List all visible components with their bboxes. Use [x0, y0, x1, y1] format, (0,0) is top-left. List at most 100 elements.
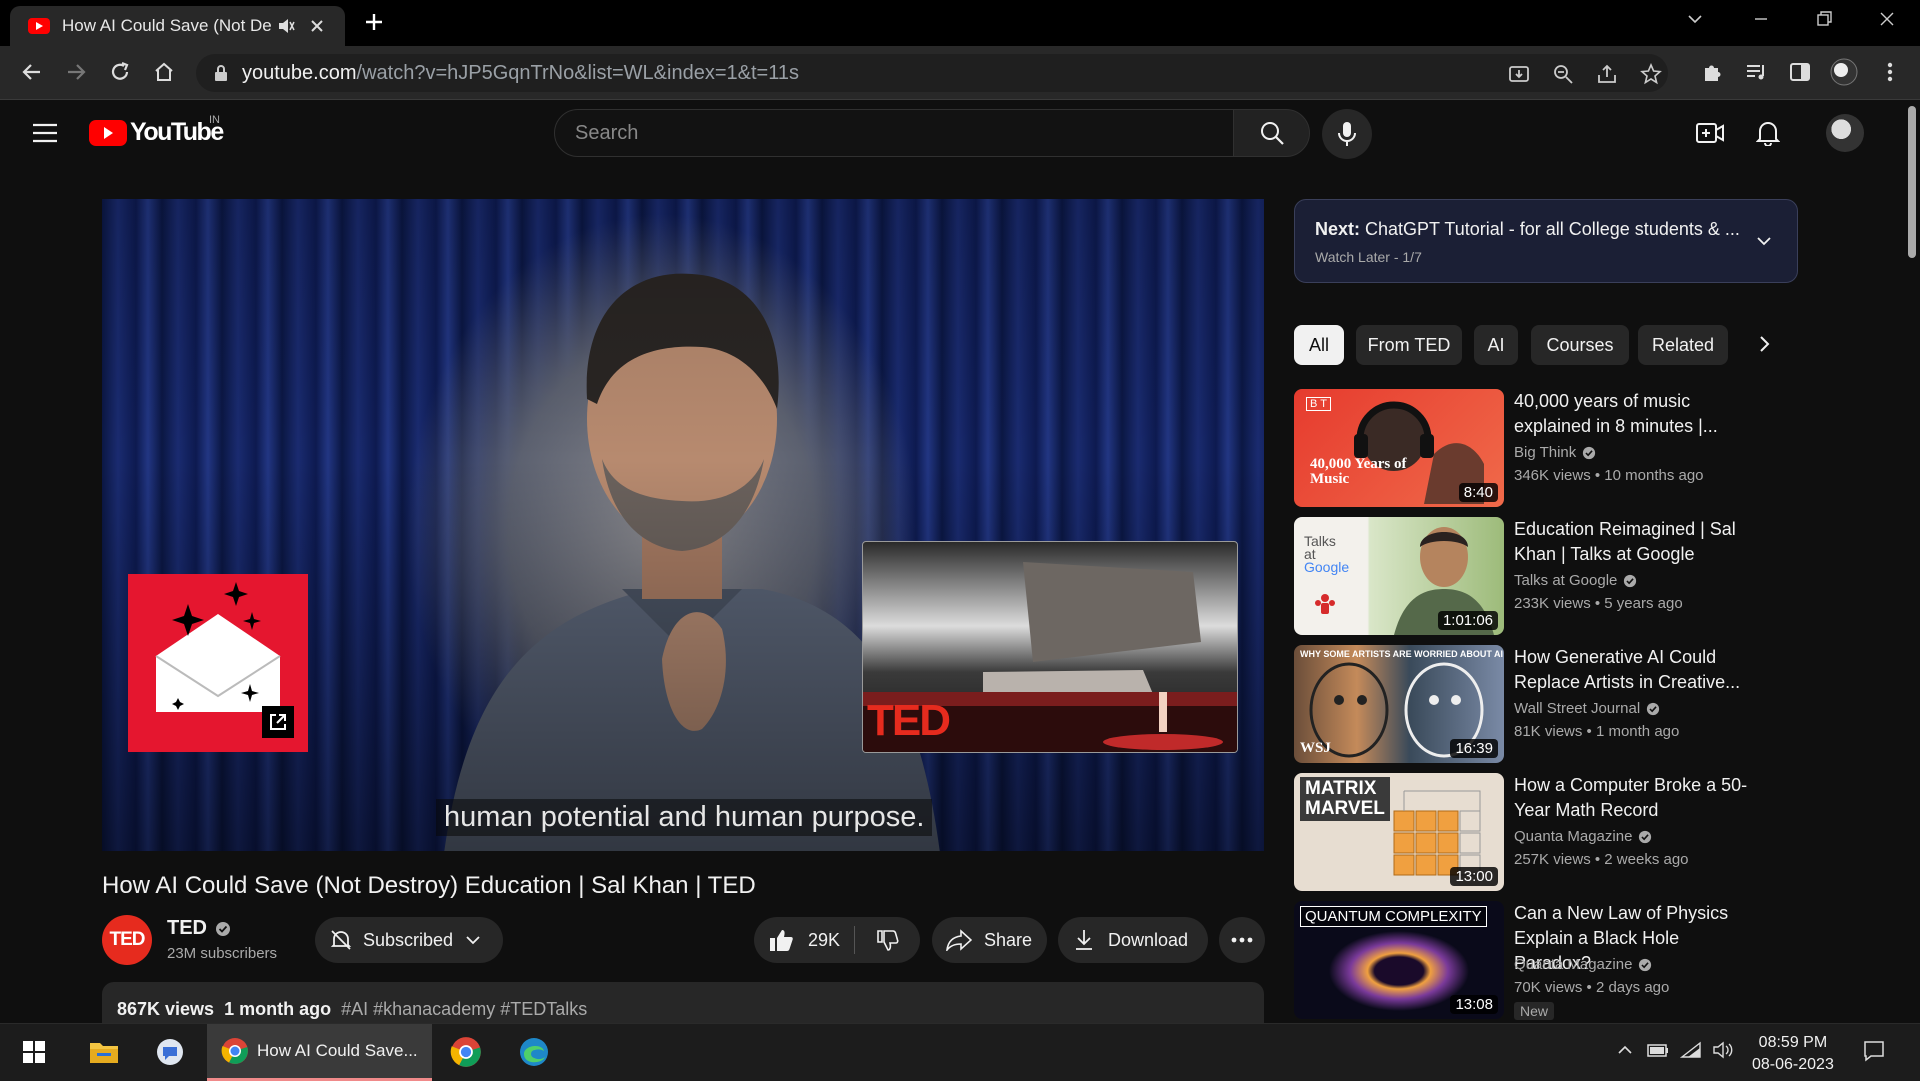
like-button[interactable]: 29K — [754, 928, 854, 952]
chrome-profile-icon[interactable] — [448, 1034, 484, 1070]
new-tab-icon[interactable] — [364, 12, 384, 32]
chips-next-arrow-icon[interactable] — [1756, 334, 1772, 354]
windows-start-icon[interactable] — [16, 1034, 52, 1070]
video-duration: 1:01:06 — [1437, 611, 1498, 630]
clock-time: 08:59 PM — [1758, 1034, 1828, 1051]
dislike-button[interactable] — [855, 928, 919, 952]
chip-all[interactable]: All — [1294, 325, 1344, 365]
chat-app-icon[interactable] — [152, 1034, 188, 1070]
chip-ai[interactable]: AI — [1474, 325, 1518, 365]
playlist-next-panel[interactable]: Next: ChatGPT Tutorial - for all College… — [1294, 199, 1798, 283]
expand-chevron-icon[interactable] — [1755, 232, 1773, 250]
restore-icon[interactable] — [1815, 10, 1833, 28]
lock-icon[interactable] — [214, 65, 228, 81]
notifications-bell-icon[interactable] — [1756, 120, 1780, 146]
video-title[interactable]: How a Computer Broke a 50-Year Math Reco… — [1514, 773, 1754, 823]
extensions-puzzle-icon[interactable] — [1700, 60, 1724, 84]
battery-icon[interactable] — [1646, 1041, 1670, 1059]
search-input[interactable]: Search — [554, 109, 1234, 157]
next-prefix: Next: — [1315, 219, 1361, 239]
channel-avatar[interactable]: TED — [102, 915, 152, 965]
side-panel-icon[interactable] — [1788, 60, 1812, 84]
windows-taskbar: How AI Could Save... 08:59 PM 08-06-2023 — [0, 1023, 1920, 1081]
closed-caption: human potential and human purpose. — [436, 799, 933, 836]
browser-menu-icon[interactable] — [1886, 60, 1894, 84]
video-thumbnail[interactable]: Talks at Google 1:01:06 — [1294, 517, 1504, 635]
video-title[interactable]: 40,000 years of music explained in 8 min… — [1514, 389, 1754, 439]
share-button[interactable]: Share — [932, 917, 1047, 963]
youtube-logo[interactable]: YouTube IN — [89, 114, 224, 147]
wsj-logo: WSJ — [1300, 740, 1331, 756]
hamburger-menu-icon[interactable] — [32, 122, 58, 144]
recommended-video[interactable]: MATRIX MARVEL 13:00 How a Computer Broke … — [1294, 773, 1794, 891]
back-arrow-icon[interactable] — [20, 60, 44, 84]
taskbar-chrome-window[interactable]: How AI Could Save... — [207, 1024, 432, 1081]
minimize-icon[interactable] — [1752, 10, 1770, 28]
channel-name: Quanta Magazine — [1514, 828, 1633, 845]
channel-name: Talks at Google — [1514, 572, 1618, 589]
video-title: How AI Could Save (Not Destroy) Educatio… — [102, 872, 756, 899]
video-vignette — [102, 199, 1264, 851]
video-title[interactable]: How Generative AI Could Replace Artists … — [1514, 645, 1754, 695]
recommended-video[interactable]: QUANTUM COMPLEXITY 13:08 Can a New Law o… — [1294, 901, 1794, 1020]
video-player[interactable]: TED human potential and human purpose. — [102, 199, 1264, 851]
chip-courses[interactable]: Courses — [1531, 325, 1629, 365]
window-close-icon[interactable] — [1878, 10, 1896, 28]
subscribe-card[interactable] — [128, 574, 308, 752]
zoom-icon[interactable] — [1552, 63, 1574, 85]
recommended-video[interactable]: Talks at Google 1:01:06 Education Reimagin… — [1294, 517, 1794, 635]
home-icon[interactable] — [152, 60, 176, 84]
forward-arrow-icon[interactable] — [64, 60, 88, 84]
subscribed-button[interactable]: Subscribed — [315, 917, 503, 963]
tab-search-chevron-icon[interactable] — [1686, 10, 1704, 28]
tab-close-icon[interactable] — [310, 19, 324, 33]
more-actions-button[interactable] — [1219, 917, 1265, 963]
verified-check-icon — [1583, 446, 1596, 459]
recommended-video[interactable]: WHY SOME ARTISTS ARE WORRIED ABOUT AI WS… — [1294, 645, 1794, 763]
browser-tab-active[interactable]: How AI Could Save (Not Destroy) Educatio… — [10, 6, 345, 46]
chip-from-ted[interactable]: From TED — [1356, 325, 1462, 365]
video-thumbnail[interactable]: B T 40,000 Years of Music 8:40 — [1294, 389, 1504, 507]
profile-avatar-icon[interactable] — [1830, 58, 1858, 86]
system-clock[interactable]: 08:59 PM 08-06-2023 — [1752, 1032, 1834, 1076]
search-button[interactable] — [1233, 109, 1310, 157]
video-meta: 867K views 1 month ago #AI #khanacademy … — [117, 999, 587, 1020]
media-queue-icon[interactable] — [1744, 60, 1768, 84]
install-app-icon[interactable] — [1508, 63, 1530, 85]
download-button[interactable]: Download — [1058, 917, 1208, 963]
share-label: Share — [984, 929, 1033, 950]
notification-center-icon[interactable] — [1862, 1039, 1886, 1063]
verified-check-icon — [1639, 830, 1652, 843]
edge-browser-icon[interactable] — [516, 1034, 552, 1070]
chip-related[interactable]: Related — [1638, 325, 1728, 365]
video-stats: 81K views • 1 month ago — [1514, 723, 1680, 740]
bookmark-star-icon[interactable] — [1640, 63, 1662, 85]
video-thumbnail[interactable]: WHY SOME ARTISTS ARE WORRIED ABOUT AI WS… — [1294, 645, 1504, 763]
video-thumbnail[interactable]: MATRIX MARVEL 13:00 — [1294, 773, 1504, 891]
account-avatar[interactable] — [1826, 114, 1864, 152]
channel-name[interactable]: TED — [167, 917, 207, 940]
share-page-icon[interactable] — [1596, 63, 1618, 85]
thumbnail-caption: 40,000 Years of Music — [1310, 456, 1407, 487]
wifi-icon[interactable] — [1680, 1041, 1702, 1059]
file-explorer-icon[interactable] — [86, 1034, 122, 1070]
open-external-icon[interactable] — [262, 706, 294, 738]
reload-icon[interactable] — [108, 60, 132, 84]
create-video-icon[interactable] — [1696, 120, 1724, 146]
address-bar[interactable]: youtube.com/watch?v=hJP5GqnTrNo&list=WL&… — [196, 54, 1668, 92]
scrollbar-thumb[interactable] — [1908, 106, 1916, 258]
volume-icon[interactable] — [1712, 1041, 1734, 1059]
tray-overflow-chevron-icon[interactable] — [1616, 1041, 1634, 1059]
video-thumbnail[interactable]: QUANTUM COMPLEXITY 13:08 — [1294, 901, 1504, 1019]
tab-audio-icon[interactable] — [278, 18, 296, 34]
page-scrollbar[interactable] — [1904, 100, 1920, 1023]
channel-name-row[interactable]: TED — [167, 917, 231, 940]
endscreen-video-card[interactable]: TED — [862, 541, 1238, 753]
share-arrow-icon — [946, 929, 972, 951]
download-label: Download — [1108, 929, 1189, 950]
recommended-video[interactable]: B T 40,000 Years of Music 8:40 40,000 ye… — [1294, 389, 1794, 507]
video-title[interactable]: Education Reimagined | Sal Khan | Talks … — [1514, 517, 1754, 567]
channel-name: Wall Street Journal — [1514, 700, 1641, 717]
channel-row: Talks at Google — [1514, 572, 1637, 589]
voice-search-button[interactable] — [1322, 109, 1372, 159]
